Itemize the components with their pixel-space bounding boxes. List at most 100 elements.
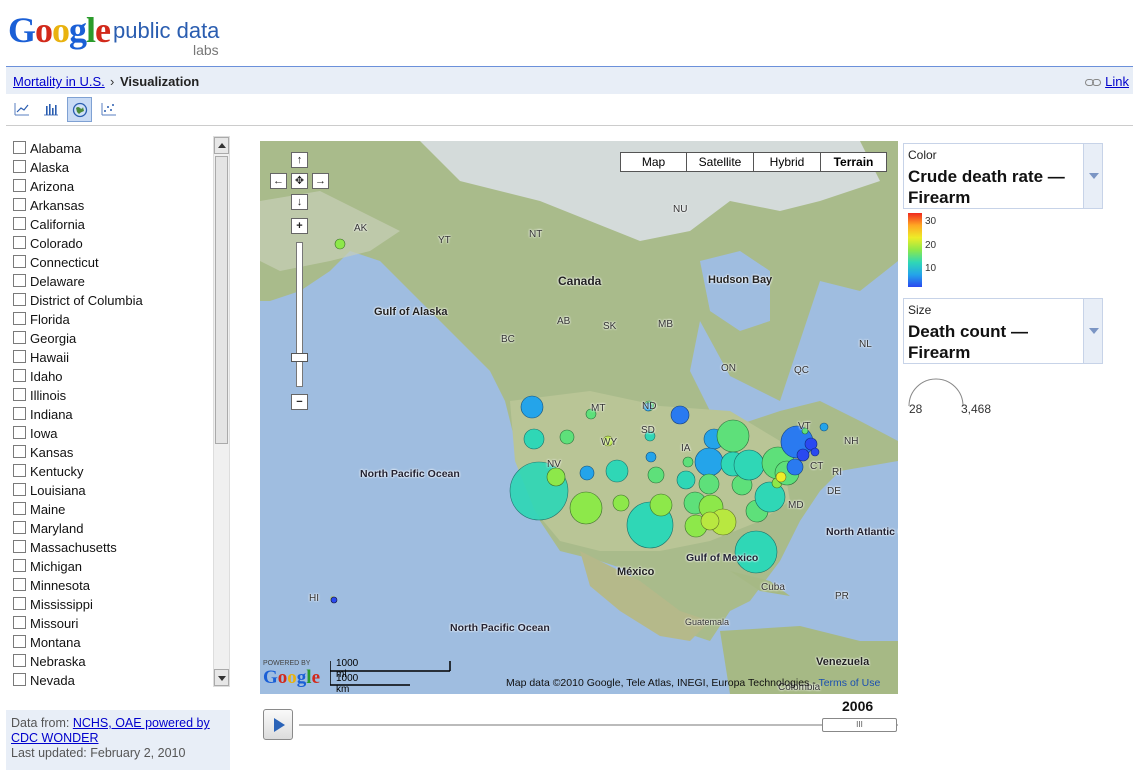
state-checkbox[interactable] [13,331,26,344]
state-bubble [523,428,545,450]
state-checkbox[interactable] [13,654,26,667]
breadcrumb-separator: › [110,74,115,89]
state-item[interactable]: Indiana [12,405,208,424]
pan-left-button[interactable]: ← [270,173,287,189]
state-checkbox[interactable] [13,369,26,382]
state-checkbox[interactable] [13,445,26,458]
state-checkbox[interactable] [13,540,26,553]
state-item[interactable]: Massachusetts [12,538,208,557]
state-item[interactable]: Nebraska [12,652,208,671]
scatter-view-button[interactable] [97,97,122,122]
state-checkbox[interactable] [13,407,26,420]
state-item[interactable]: District of Columbia [12,291,208,310]
timeline-track[interactable] [299,724,898,726]
zoom-in-button[interactable]: + [291,218,308,234]
scrollbar-thumb[interactable] [215,156,228,444]
state-item[interactable]: Illinois [12,386,208,405]
state-item[interactable]: Minnesota [12,576,208,595]
state-item[interactable]: Delaware [12,272,208,291]
state-item[interactable]: Idaho [12,367,208,386]
state-item[interactable]: Alabama [12,139,208,158]
state-item[interactable]: Arkansas [12,196,208,215]
zoom-slider-handle[interactable] [291,353,308,362]
bar-chart-view-button[interactable] [39,97,64,122]
state-checkbox[interactable] [13,255,26,268]
label-yt: YT [438,235,451,246]
size-metric-selector[interactable]: Size Death count — Firearm [903,298,1103,364]
map-type-satellite[interactable]: Satellite [686,152,754,172]
state-checkbox[interactable] [13,312,26,325]
state-label: Missouri [30,616,79,631]
color-dropdown-arrow-icon[interactable] [1083,144,1102,208]
size-dropdown-arrow-icon[interactable] [1083,299,1102,363]
state-item[interactable]: Alaska [12,158,208,177]
color-metric-selector[interactable]: Color Crude death rate — Firearm [903,143,1103,209]
zoom-out-button[interactable]: − [291,394,308,410]
state-checkbox[interactable] [13,635,26,648]
state-checkbox[interactable] [13,160,26,173]
state-item[interactable]: Iowa [12,424,208,443]
state-checkbox[interactable] [13,293,26,306]
state-item[interactable]: Kansas [12,443,208,462]
label-cuba: Cuba [761,582,785,593]
link-button[interactable]: Link [1085,74,1129,89]
scroll-down-button[interactable] [214,669,229,686]
state-checkbox[interactable] [13,502,26,515]
state-item[interactable]: California [12,215,208,234]
map-canvas[interactable]: Canada Hudson Bay Gulf of Alaska North P… [260,141,898,694]
terms-of-use-link[interactable]: Terms of Use [818,677,880,689]
state-checkbox[interactable] [13,141,26,154]
state-item[interactable]: Georgia [12,329,208,348]
state-item[interactable]: Montana [12,633,208,652]
state-checkbox[interactable] [13,179,26,192]
timeline-handle[interactable]: III [822,718,897,732]
state-item[interactable]: Arizona [12,177,208,196]
state-checkbox[interactable] [13,616,26,629]
state-checkbox[interactable] [13,388,26,401]
scroll-up-button[interactable] [214,137,229,154]
state-checkbox[interactable] [13,350,26,363]
map-type-hybrid[interactable]: Hybrid [753,152,821,172]
pan-up-button[interactable]: ↑ [291,152,308,168]
map-type-terrain[interactable]: Terrain [820,152,887,172]
state-checkbox[interactable] [13,198,26,211]
state-bubble [546,467,566,487]
state-item[interactable]: Connecticut [12,253,208,272]
state-checkbox[interactable] [13,464,26,477]
state-checkbox[interactable] [13,578,26,591]
play-button[interactable] [263,709,293,740]
pan-center-button[interactable]: ✥ [291,173,308,189]
zoom-slider-track[interactable] [296,242,303,387]
google-logo[interactable]: Google [8,10,111,50]
state-item[interactable]: Florida [12,310,208,329]
breadcrumb-current: Visualization [120,74,200,89]
state-checkbox[interactable] [13,559,26,572]
pan-down-button[interactable]: ↓ [291,194,308,210]
map-view-button[interactable] [67,97,92,122]
state-checkbox[interactable] [13,217,26,230]
state-item[interactable]: Louisiana [12,481,208,500]
line-chart-view-button[interactable] [10,97,35,122]
breadcrumb-dataset-link[interactable]: Mortality in U.S. [13,74,105,89]
state-item[interactable]: Hawaii [12,348,208,367]
map-type-map[interactable]: Map [620,152,687,172]
pan-right-button[interactable]: → [312,173,329,189]
state-list-scrollbar[interactable] [213,136,230,687]
state-checkbox[interactable] [13,483,26,496]
state-item[interactable]: Michigan [12,557,208,576]
state-label: Georgia [30,331,77,346]
state-checkbox[interactable] [13,274,26,287]
state-checkbox[interactable] [13,521,26,534]
state-checkbox[interactable] [13,236,26,249]
state-item[interactable]: Maryland [12,519,208,538]
state-checkbox[interactable] [13,426,26,439]
state-item[interactable]: Kentucky [12,462,208,481]
state-item[interactable]: Missouri [12,614,208,633]
state-item[interactable]: Maine [12,500,208,519]
powered-google-logo[interactable]: Google [263,667,320,689]
state-item[interactable]: Colorado [12,234,208,253]
state-item[interactable]: Mississippi [12,595,208,614]
state-checkbox[interactable] [13,673,26,686]
state-checkbox[interactable] [13,597,26,610]
state-item[interactable]: Nevada [12,671,208,687]
